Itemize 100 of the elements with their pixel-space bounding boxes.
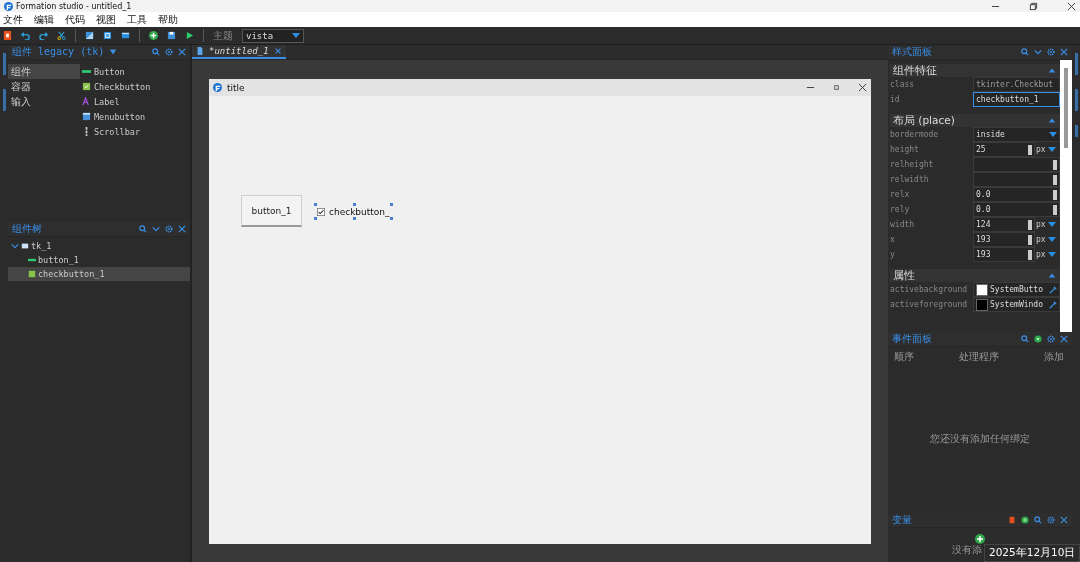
side-tab-marker[interactable]	[2, 89, 6, 111]
search-icon[interactable]	[152, 48, 160, 56]
unit-dropdown[interactable]: px	[1036, 232, 1056, 247]
maximize-icon[interactable]	[832, 83, 841, 92]
side-tab-marker[interactable]	[1074, 53, 1078, 75]
tree-item[interactable]: checkbutton_1	[8, 267, 190, 281]
dropdown-arrow-icon[interactable]	[1047, 252, 1056, 257]
side-tab-marker[interactable]	[1074, 89, 1078, 111]
dropdown-arrow-icon[interactable]	[1047, 147, 1056, 152]
property-spinbox[interactable]: 0.0	[973, 202, 1060, 217]
collapse-arrow-icon[interactable]	[1048, 116, 1056, 125]
search-icon[interactable]	[1034, 516, 1042, 524]
scrollbar[interactable]	[1060, 60, 1072, 332]
close-icon[interactable]	[1067, 1, 1076, 11]
widget-item[interactable]: Menubutton	[94, 111, 146, 122]
spin-arrows-icon[interactable]	[1028, 219, 1032, 230]
spin-arrows-icon[interactable]	[1028, 234, 1032, 245]
settings-icon[interactable]	[1047, 516, 1055, 524]
color-field[interactable]: SystemWindo	[973, 297, 1060, 312]
unit-dropdown[interactable]: px	[1036, 247, 1056, 262]
spin-arrows-icon[interactable]	[1028, 144, 1032, 155]
menu-item[interactable]: 文件	[3, 13, 23, 26]
chevron-icon[interactable]	[1034, 48, 1042, 56]
side-tab-marker[interactable]	[1074, 125, 1078, 137]
stop-icon[interactable]	[3, 31, 12, 40]
widget-item[interactable]: Checkbutton	[94, 81, 151, 92]
property-field[interactable]: checkbutton_1	[973, 92, 1060, 107]
dropdown-arrow-icon[interactable]	[1047, 237, 1056, 242]
close-icon[interactable]	[178, 225, 186, 233]
restore-icon[interactable]	[1029, 1, 1038, 11]
spin-arrows-icon[interactable]	[1053, 204, 1057, 215]
chevron-icon[interactable]	[11, 242, 19, 250]
menu-item[interactable]: 编辑	[34, 13, 54, 26]
property-spinbox[interactable]: 193	[973, 247, 1035, 262]
close-icon[interactable]	[1060, 48, 1068, 56]
menu-item[interactable]: 视图	[96, 13, 116, 26]
collapse-arrow-icon[interactable]	[1048, 271, 1056, 280]
scissors-icon[interactable]	[57, 31, 66, 40]
category-item[interactable]: 容器	[8, 79, 80, 94]
preview-checkbutton[interactable]: checkbutton_	[315, 204, 392, 219]
dropdown-arrow-icon[interactable]	[1049, 132, 1057, 137]
close-icon[interactable]	[1060, 335, 1068, 343]
property-name: activebackground	[890, 285, 969, 294]
menu-item[interactable]: 代码	[65, 13, 85, 26]
widget-item[interactable]: Button	[94, 66, 125, 77]
section-header[interactable]: 组件特征	[890, 64, 1060, 77]
theme-dropdown[interactable]: vista	[242, 28, 304, 43]
property-dropdown[interactable]: inside	[973, 127, 1060, 142]
search-icon[interactable]	[1021, 335, 1029, 343]
close-icon[interactable]	[1060, 516, 1068, 524]
property-spinbox[interactable]	[973, 157, 1060, 172]
side-tab-marker[interactable]	[2, 53, 6, 75]
unit-dropdown[interactable]: px	[1036, 142, 1056, 157]
spin-arrows-icon[interactable]	[1053, 189, 1057, 200]
close-icon[interactable]	[273, 47, 282, 55]
chevron-icon[interactable]	[152, 225, 160, 233]
redo-icon[interactable]	[39, 31, 48, 40]
save-icon[interactable]	[167, 31, 176, 40]
unit-dropdown[interactable]: px	[1036, 217, 1056, 232]
tree-item[interactable]: button_1	[8, 253, 190, 267]
property-spinbox[interactable]: 0.0	[973, 187, 1060, 202]
preview-button[interactable]: button_1	[241, 195, 302, 227]
menu-item[interactable]: 帮助	[158, 13, 178, 26]
widget-item[interactable]: Label	[94, 96, 120, 107]
spin-arrows-icon[interactable]	[1028, 249, 1032, 260]
image-icon[interactable]	[85, 31, 94, 40]
property-name: x	[890, 235, 896, 244]
search-icon[interactable]	[1021, 48, 1029, 56]
property-spinbox[interactable]	[973, 172, 1060, 187]
category-item[interactable]: 组件	[8, 64, 80, 79]
property-name: relwidth	[890, 175, 930, 184]
property-spinbox[interactable]: 25	[973, 142, 1035, 157]
category-item[interactable]: 输入	[8, 94, 80, 109]
checkbox[interactable]	[317, 207, 325, 216]
close-icon[interactable]	[178, 48, 186, 56]
window-icon[interactable]	[121, 31, 130, 40]
tree-item[interactable]: tk_1	[8, 239, 190, 253]
settings-icon[interactable]	[165, 48, 173, 56]
color-field[interactable]: SystemButto	[973, 282, 1060, 297]
undo-icon[interactable]	[21, 31, 30, 40]
collapse-arrow-icon[interactable]	[1048, 66, 1056, 75]
search-icon[interactable]	[139, 225, 147, 233]
settings-icon[interactable]	[1047, 335, 1055, 343]
close-icon[interactable]	[858, 83, 867, 92]
section-header[interactable]: 属性	[890, 269, 1060, 282]
editor-tab[interactable]: *untitled_1	[192, 45, 286, 59]
settings-icon[interactable]	[1047, 48, 1055, 56]
spin-arrows-icon[interactable]	[1053, 174, 1057, 185]
eyedropper-icon[interactable]	[1049, 285, 1057, 294]
widget-item[interactable]: Scrollbar	[94, 126, 141, 137]
dropdown-arrow-icon[interactable]	[1047, 222, 1056, 227]
section-header[interactable]: 布局 (place)	[890, 114, 1060, 127]
eyedropper-icon[interactable]	[1049, 300, 1057, 309]
caret-icon[interactable]	[109, 48, 118, 56]
spin-arrows-icon[interactable]	[1053, 159, 1057, 170]
property-spinbox[interactable]: 124	[973, 217, 1035, 232]
settings-icon[interactable]	[165, 225, 173, 233]
menu-item[interactable]: 工具	[127, 13, 147, 26]
play-icon[interactable]	[185, 31, 194, 40]
property-spinbox[interactable]: 193	[973, 232, 1035, 247]
